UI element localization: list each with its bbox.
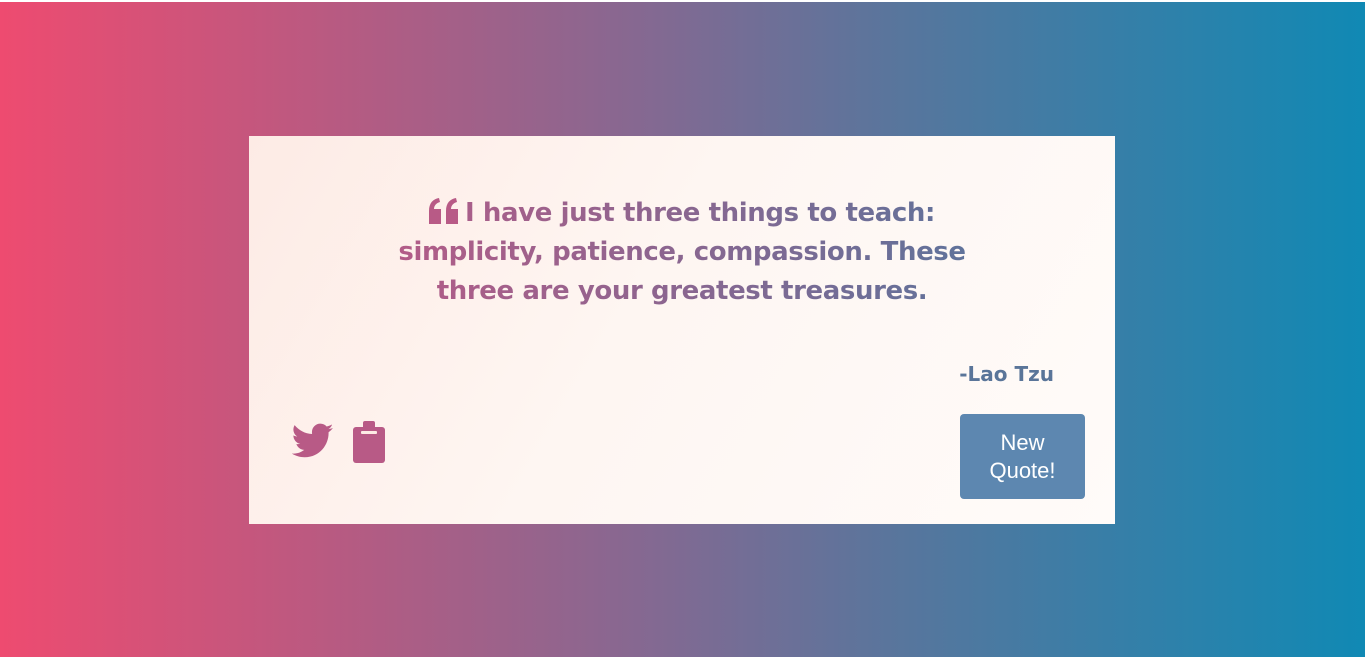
clipboard-icon[interactable] [353,421,385,463]
quote-left-icon [428,198,459,224]
twitter-icon[interactable] [291,423,334,459]
top-border [0,0,1365,2]
quote-author: -Lao Tzu [959,362,1054,386]
quote-text-block: I have just three things to teach: simpl… [359,194,1005,311]
new-quote-button[interactable]: New Quote! [960,414,1085,499]
quote-text: I have just three things to teach: simpl… [398,198,966,306]
quote-card: I have just three things to teach: simpl… [249,136,1115,524]
